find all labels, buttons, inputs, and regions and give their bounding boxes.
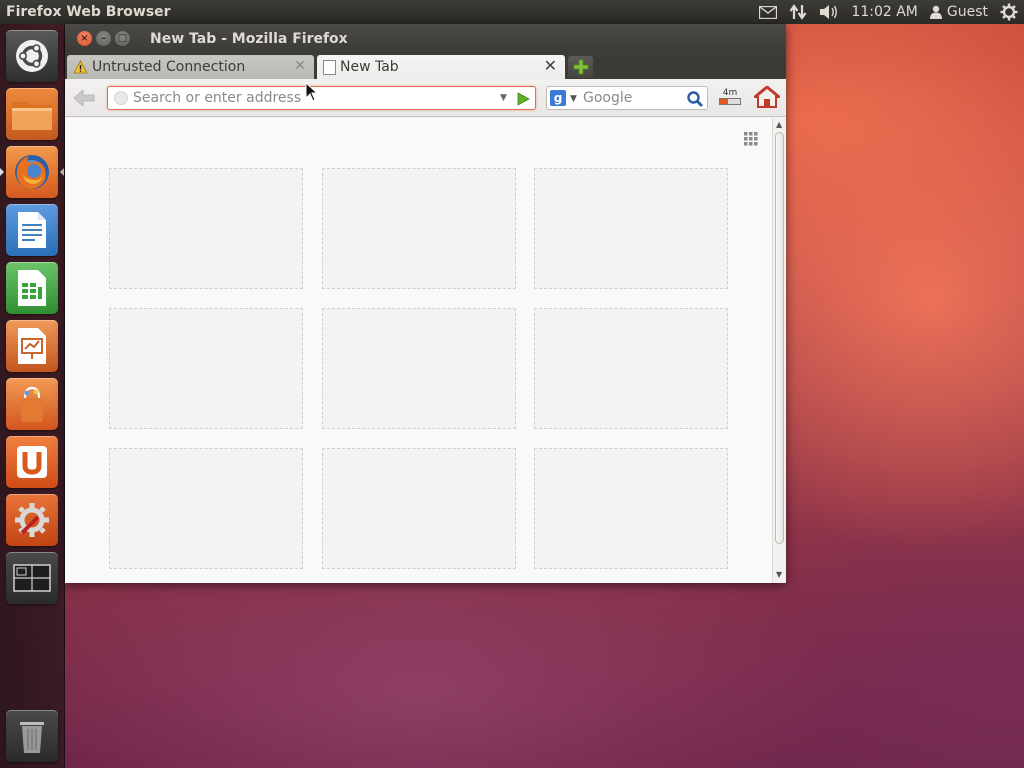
folder-icon (12, 102, 52, 130)
warning-icon (73, 60, 88, 74)
mouse-pointer-icon (305, 81, 319, 106)
clock[interactable]: 11:02 AM (845, 0, 923, 24)
mail-icon[interactable] (753, 0, 783, 24)
ubuntu-logo-icon (16, 40, 48, 72)
active-app-title: Firefox Web Browser (6, 4, 171, 20)
search-bar[interactable]: g ▼ (546, 86, 708, 110)
go-arrow-icon[interactable] (516, 91, 530, 110)
launcher-software-center[interactable] (6, 378, 58, 430)
site-tile[interactable] (534, 448, 728, 569)
window-close-button[interactable]: × (77, 31, 92, 46)
focused-indicator (60, 168, 64, 176)
site-tile[interactable] (322, 448, 516, 569)
history-dropdown-icon[interactable]: ▼ (500, 93, 507, 103)
back-arrow-icon[interactable] (71, 88, 97, 108)
launcher-firefox[interactable] (6, 146, 58, 198)
launcher-trash[interactable] (6, 710, 58, 762)
window-minimize-button[interactable]: – (96, 31, 111, 46)
tab-label: New Tab (340, 59, 399, 75)
google-engine-icon[interactable]: g (550, 90, 566, 106)
search-magnifier-icon[interactable] (686, 90, 704, 112)
new-tab-button[interactable] (568, 56, 593, 78)
url-bar[interactable]: ▼ (107, 86, 536, 110)
user-icon (929, 5, 942, 19)
search-input[interactable] (583, 89, 683, 107)
workspace-icon (13, 564, 51, 592)
tab-strip: Untrusted Connection ✕ New Tab ✕ (65, 53, 786, 79)
navigation-toolbar: ▼ g ▼ 4m (65, 79, 786, 117)
blank-page-icon (323, 59, 336, 75)
software-center-icon (19, 386, 45, 422)
downloads-button[interactable]: 4m (717, 88, 743, 108)
network-icon[interactable] (783, 0, 813, 24)
user-name: Guest (946, 4, 988, 20)
indicator-area: 11:02 AM Guest (753, 0, 1024, 24)
window-maximize-button[interactable]: □ (115, 31, 130, 46)
tab-close-icon[interactable]: ✕ (294, 58, 306, 74)
window-title: New Tab - Mozilla Firefox (150, 30, 348, 47)
launcher-impress[interactable] (6, 320, 58, 372)
calc-icon (18, 270, 46, 306)
top-panel: Firefox Web Browser 11:02 AM Guest (0, 0, 1024, 24)
site-tile[interactable] (109, 308, 303, 429)
volume-icon[interactable] (813, 0, 845, 24)
running-indicator (0, 168, 4, 176)
download-progress-icon (719, 98, 741, 105)
plus-icon (573, 59, 588, 75)
dash-home-button[interactable] (6, 30, 58, 82)
launcher-system-settings[interactable] (6, 494, 58, 546)
launcher (0, 24, 65, 768)
scroll-down-icon[interactable]: ▼ (776, 570, 782, 579)
site-tile[interactable] (322, 168, 516, 289)
site-tile[interactable] (534, 168, 728, 289)
home-icon[interactable] (752, 85, 782, 113)
site-tile[interactable] (534, 308, 728, 429)
ubuntu-one-icon (17, 446, 47, 478)
session-gear-icon[interactable] (994, 0, 1024, 24)
launcher-calc[interactable] (6, 262, 58, 314)
scrollbar-thumb[interactable] (775, 132, 784, 544)
user-menu[interactable]: Guest (924, 0, 994, 24)
new-tab-page: ▲ ▼ (65, 118, 786, 583)
firefox-window: × – □ New Tab - Mozilla Firefox Untruste… (65, 24, 786, 583)
impress-icon (18, 328, 46, 364)
firefox-icon (15, 155, 49, 189)
site-tile[interactable] (322, 308, 516, 429)
engine-dropdown-icon[interactable]: ▼ (570, 94, 577, 104)
launcher-workspace-switcher[interactable] (6, 552, 58, 604)
tab-label: Untrusted Connection (92, 59, 246, 75)
grid-toggle-icon[interactable] (744, 131, 758, 150)
site-tile[interactable] (109, 168, 303, 289)
download-time-label: 4m (722, 88, 738, 98)
launcher-ubuntu-one[interactable] (6, 436, 58, 488)
trash-icon (20, 722, 44, 753)
site-identity-icon[interactable] (114, 91, 128, 105)
vertical-scrollbar[interactable]: ▲ ▼ (772, 118, 786, 583)
launcher-files[interactable] (6, 88, 58, 140)
settings-icon (15, 503, 49, 537)
launcher-writer[interactable] (6, 204, 58, 256)
tab-untrusted-connection[interactable]: Untrusted Connection ✕ (67, 55, 314, 79)
tab-new-tab[interactable]: New Tab ✕ (317, 55, 565, 79)
window-titlebar[interactable]: × – □ New Tab - Mozilla Firefox (65, 24, 786, 53)
site-tile[interactable] (109, 448, 303, 569)
writer-icon (18, 212, 46, 248)
scroll-up-icon[interactable]: ▲ (776, 120, 782, 129)
tab-close-icon[interactable]: ✕ (544, 56, 557, 75)
